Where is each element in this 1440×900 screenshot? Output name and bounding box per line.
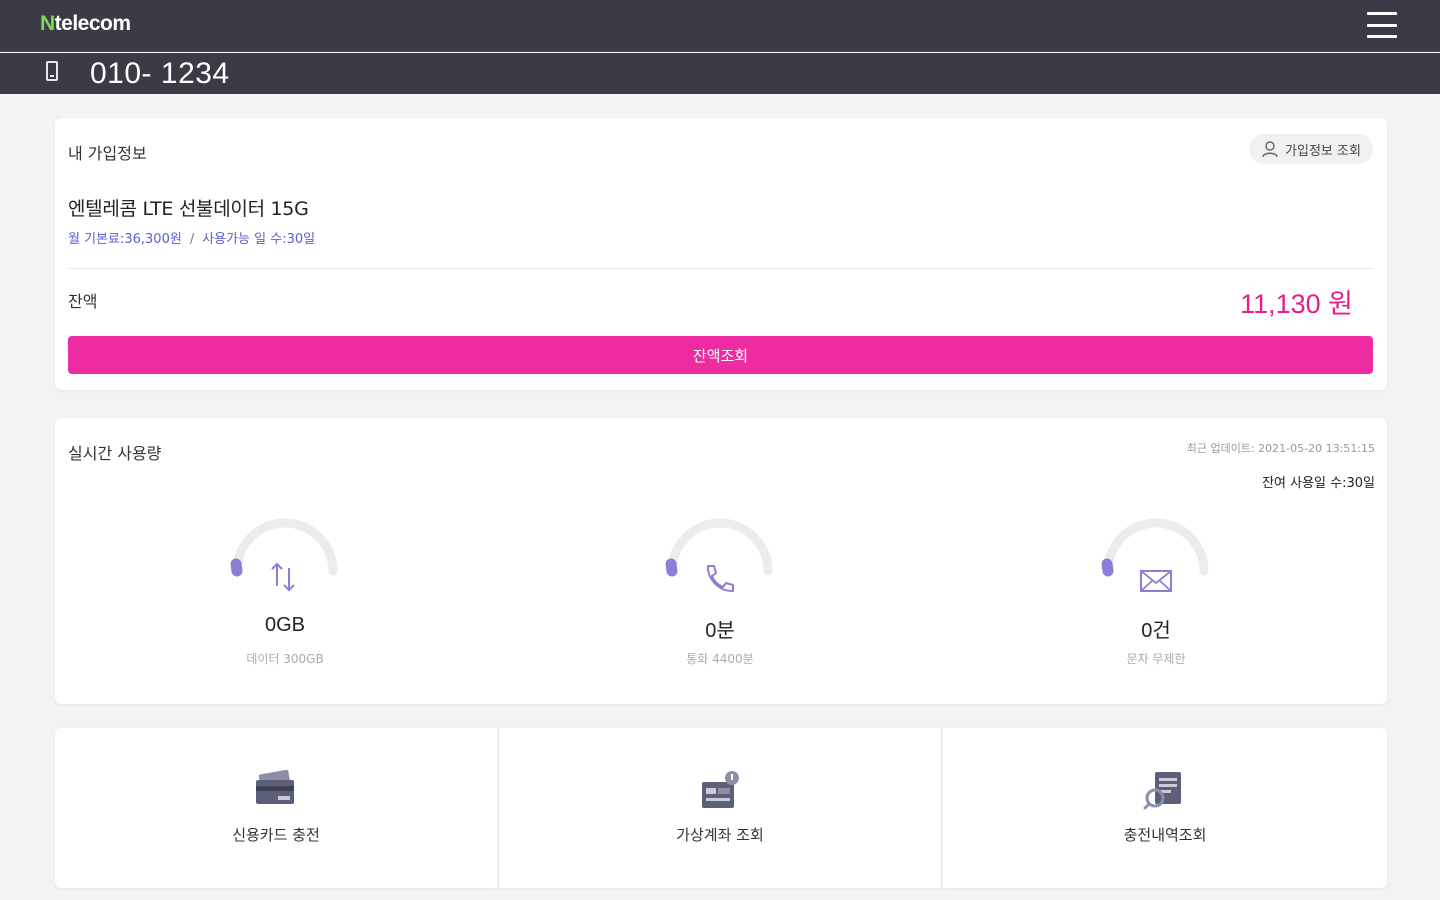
plan-name: 엔텔레콤 LTE 선불데이터 15G	[68, 198, 309, 220]
monthly-fee: 월 기본료:36,300원	[68, 232, 182, 247]
gauge-arc	[1101, 518, 1209, 592]
virtual-account-label: 가상계좌 조회	[676, 826, 764, 844]
balance-label: 잔액	[68, 292, 98, 311]
virtual-account-icon	[702, 771, 739, 808]
hamburger-menu-icon[interactable]	[1364, 10, 1400, 40]
credit-card-icon	[256, 769, 294, 804]
sms-usage-value: 0건	[1141, 620, 1171, 642]
data-usage-label: 데이터 300GB	[246, 652, 324, 666]
subscription-lookup-label: 가입정보 조회	[1285, 143, 1361, 159]
brand-logo[interactable]: Ntelecom	[40, 12, 131, 36]
virtual-account-tile[interactable]: 가상계좌 조회	[499, 728, 941, 888]
phone-number-bar: 010- 1234	[0, 53, 1440, 94]
top-app-bar: Ntelecom	[0, 0, 1440, 52]
last-updated: 최근 업데이트: 2021-05-20 13:51:15	[1186, 442, 1375, 455]
call-usage-value: 0분	[705, 620, 735, 642]
divider	[68, 268, 1373, 269]
logo-text: telecom	[54, 12, 131, 35]
subscription-title: 내 가입정보	[68, 144, 147, 163]
data-usage-value: 0GB	[264, 614, 306, 636]
person-icon	[1262, 141, 1278, 158]
sms-usage-gauge: 0건 문자 무제한	[1086, 516, 1226, 676]
usage-title: 실시간 사용량	[68, 444, 162, 463]
credit-card-charge-tile[interactable]: 신용카드 충전	[55, 728, 497, 888]
mobile-phone-icon	[46, 61, 58, 81]
call-usage-gauge: 0분 통화 4400분	[650, 516, 790, 676]
call-usage-label: 통화 4400분	[686, 652, 754, 666]
envelope-icon	[1140, 570, 1172, 592]
sms-usage-label: 문자 무제한	[1126, 652, 1186, 666]
subscription-lookup-button[interactable]: 가입정보 조회	[1249, 134, 1373, 164]
gauge-arc	[230, 518, 338, 592]
charge-history-label: 충전내역조회	[1123, 826, 1207, 844]
meta-separator: /	[189, 232, 195, 247]
plan-meta: 월 기본료:36,300원 / 사용가능 일 수:30일	[68, 228, 315, 247]
usable-days: 사용가능 일 수:30일	[202, 232, 316, 247]
subscription-info-card: 내 가입정보 가입정보 조회 엔텔레콤 LTE 선불데이터 15G 월 기본료:…	[55, 118, 1387, 390]
logo-mark: N	[40, 12, 55, 35]
balance-amount: 11,130 원	[1240, 289, 1353, 319]
phone-call-icon	[706, 565, 734, 593]
gauge-arc	[665, 518, 773, 593]
charge-history-tile[interactable]: 충전내역조회	[943, 728, 1387, 888]
balance-check-button[interactable]: 잔액조회	[68, 336, 1373, 374]
data-transfer-icon	[271, 562, 295, 592]
data-usage-gauge: 0GB 데이터 300GB	[215, 516, 355, 676]
remaining-days: 잔여 사용일 수:30일	[1262, 476, 1375, 491]
realtime-usage-card: 실시간 사용량 최근 업데이트: 2021-05-20 13:51:15 잔여 …	[55, 418, 1387, 704]
credit-card-charge-label: 신용카드 충전	[232, 826, 320, 844]
charge-history-icon	[1143, 772, 1181, 810]
phone-number: 010- 1234	[90, 57, 230, 90]
